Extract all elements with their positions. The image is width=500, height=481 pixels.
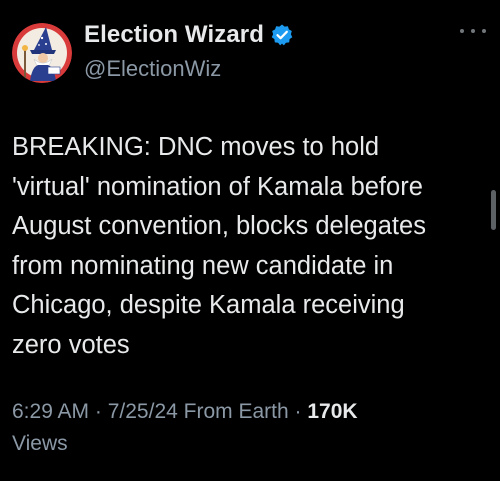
author-handle[interactable]: @ElectionWiz	[84, 56, 294, 82]
tweet-time[interactable]: 6:29 AM	[12, 400, 89, 423]
meta-separator: ·	[288, 400, 308, 423]
more-options-icon[interactable]	[460, 24, 486, 38]
scrollbar-thumb[interactable]	[491, 190, 496, 230]
tweet-date[interactable]: 7/25/24	[108, 400, 178, 423]
tweet-header: Election Wizard @ElectionWiz	[12, 10, 488, 90]
more-dot	[471, 29, 475, 33]
views-label[interactable]: Views	[12, 432, 68, 455]
tweet-text-line: from nominating new candidate in	[12, 251, 394, 280]
views-count[interactable]: 170K	[307, 400, 357, 423]
meta-separator: ·	[89, 400, 108, 423]
tweet-text: BREAKING: DNC moves to hold 'virtual' no…	[12, 128, 484, 365]
tweet-text-line: zero votes	[12, 330, 130, 359]
tweet-metadata: 6:29 AM · 7/25/24 From Earth · 170K View…	[12, 396, 482, 460]
author-names: Election Wizard @ElectionWiz	[84, 18, 294, 82]
more-dot	[460, 29, 464, 33]
verified-badge-icon[interactable]	[270, 23, 294, 47]
tweet-text-line: 'virtual' nomination of Kamala before	[12, 172, 423, 201]
tweet-card: Election Wizard @ElectionWiz BREAKING: D…	[0, 0, 500, 481]
tweet-text-line: August convention, blocks delegates	[12, 212, 426, 240]
more-dot	[482, 29, 486, 33]
display-name-row: Election Wizard	[84, 18, 294, 52]
tweet-text-line: Chicago, despite Kamala receiving	[12, 291, 405, 319]
wizard-avatar-icon[interactable]	[12, 23, 72, 83]
tweet-source: From Earth	[177, 400, 289, 423]
author-display-name[interactable]: Election Wizard	[84, 21, 264, 49]
tweet-text-line: BREAKING: DNC moves to hold	[12, 133, 380, 161]
